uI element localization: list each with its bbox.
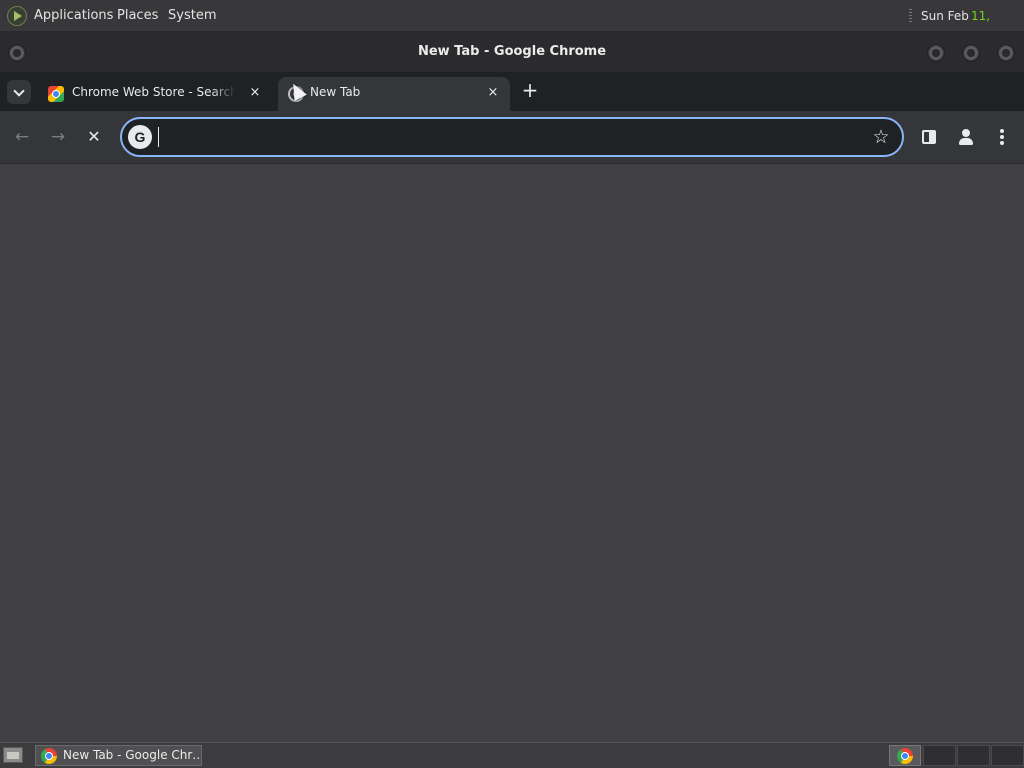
applications-menu[interactable]: Applications [34, 0, 113, 32]
browser-toolbar: ← → ✕ G ☆ [0, 111, 1024, 164]
minimize-button[interactable] [927, 44, 945, 62]
tab-label: Chrome Web Store - Search Results [72, 85, 236, 99]
workspace-1[interactable] [923, 745, 956, 766]
window-menu-button[interactable] [8, 44, 26, 62]
chrome-icon [897, 748, 913, 764]
clock-time[interactable]: 11, 06:07 [971, 0, 1024, 55]
new-tab-button[interactable]: + [518, 79, 542, 103]
address-input[interactable] [158, 123, 848, 151]
back-arrow-icon[interactable]: ← [10, 125, 34, 149]
window-close-button[interactable] [997, 44, 1015, 62]
tray-chrome-launcher[interactable] [889, 745, 921, 766]
tab-search-chevron-icon[interactable] [7, 80, 31, 104]
maximize-button[interactable] [962, 44, 980, 62]
address-bar[interactable]: G ☆ [120, 117, 904, 157]
window-titlebar[interactable]: New Tab - Google Chrome [0, 32, 1024, 72]
workspace-2[interactable] [957, 745, 990, 766]
kebab-menu-icon[interactable] [990, 125, 1014, 149]
tab-chrome-web-store[interactable]: Chrome Web Store - Search Results × [38, 77, 274, 111]
panel-grip-handle[interactable] [909, 9, 912, 23]
system-menu[interactable]: System [168, 0, 216, 32]
text-caret [158, 127, 159, 147]
workspace-3[interactable] [991, 745, 1024, 766]
tab-close-icon[interactable]: × [483, 83, 503, 103]
distro-logo-icon[interactable] [7, 6, 27, 26]
clock-date[interactable]: Sun Feb [921, 0, 969, 32]
side-panel-icon[interactable] [917, 125, 941, 149]
taskbar-window-label: New Tab - Google Chr… [63, 748, 199, 762]
chrome-icon [41, 748, 57, 764]
tab-strip: Chrome Web Store - Search Results × New … [0, 72, 1024, 111]
tab-close-icon[interactable]: × [245, 83, 265, 103]
window-title: New Tab - Google Chrome [417, 44, 607, 59]
tab-new-tab[interactable]: New Tab × [278, 77, 510, 111]
taskbar-window-button[interactable]: New Tab - Google Chr… [35, 745, 202, 766]
forward-arrow-icon[interactable]: → [46, 125, 70, 149]
tab-label: New Tab [310, 85, 361, 99]
google-g-icon[interactable]: G [128, 125, 152, 149]
top-panel: Applications Places System Sun Feb 11, 0… [0, 0, 1024, 55]
bottom-taskbar: New Tab - Google Chr… [0, 742, 1024, 768]
places-menu[interactable]: Places [117, 0, 158, 32]
page-content[interactable] [0, 164, 1024, 742]
profile-avatar-icon[interactable] [954, 125, 978, 149]
chrome-web-store-icon [48, 86, 64, 102]
bookmark-star-icon[interactable]: ☆ [868, 124, 894, 150]
show-desktop-icon[interactable] [3, 747, 23, 763]
stop-loading-icon[interactable]: ✕ [82, 125, 106, 149]
